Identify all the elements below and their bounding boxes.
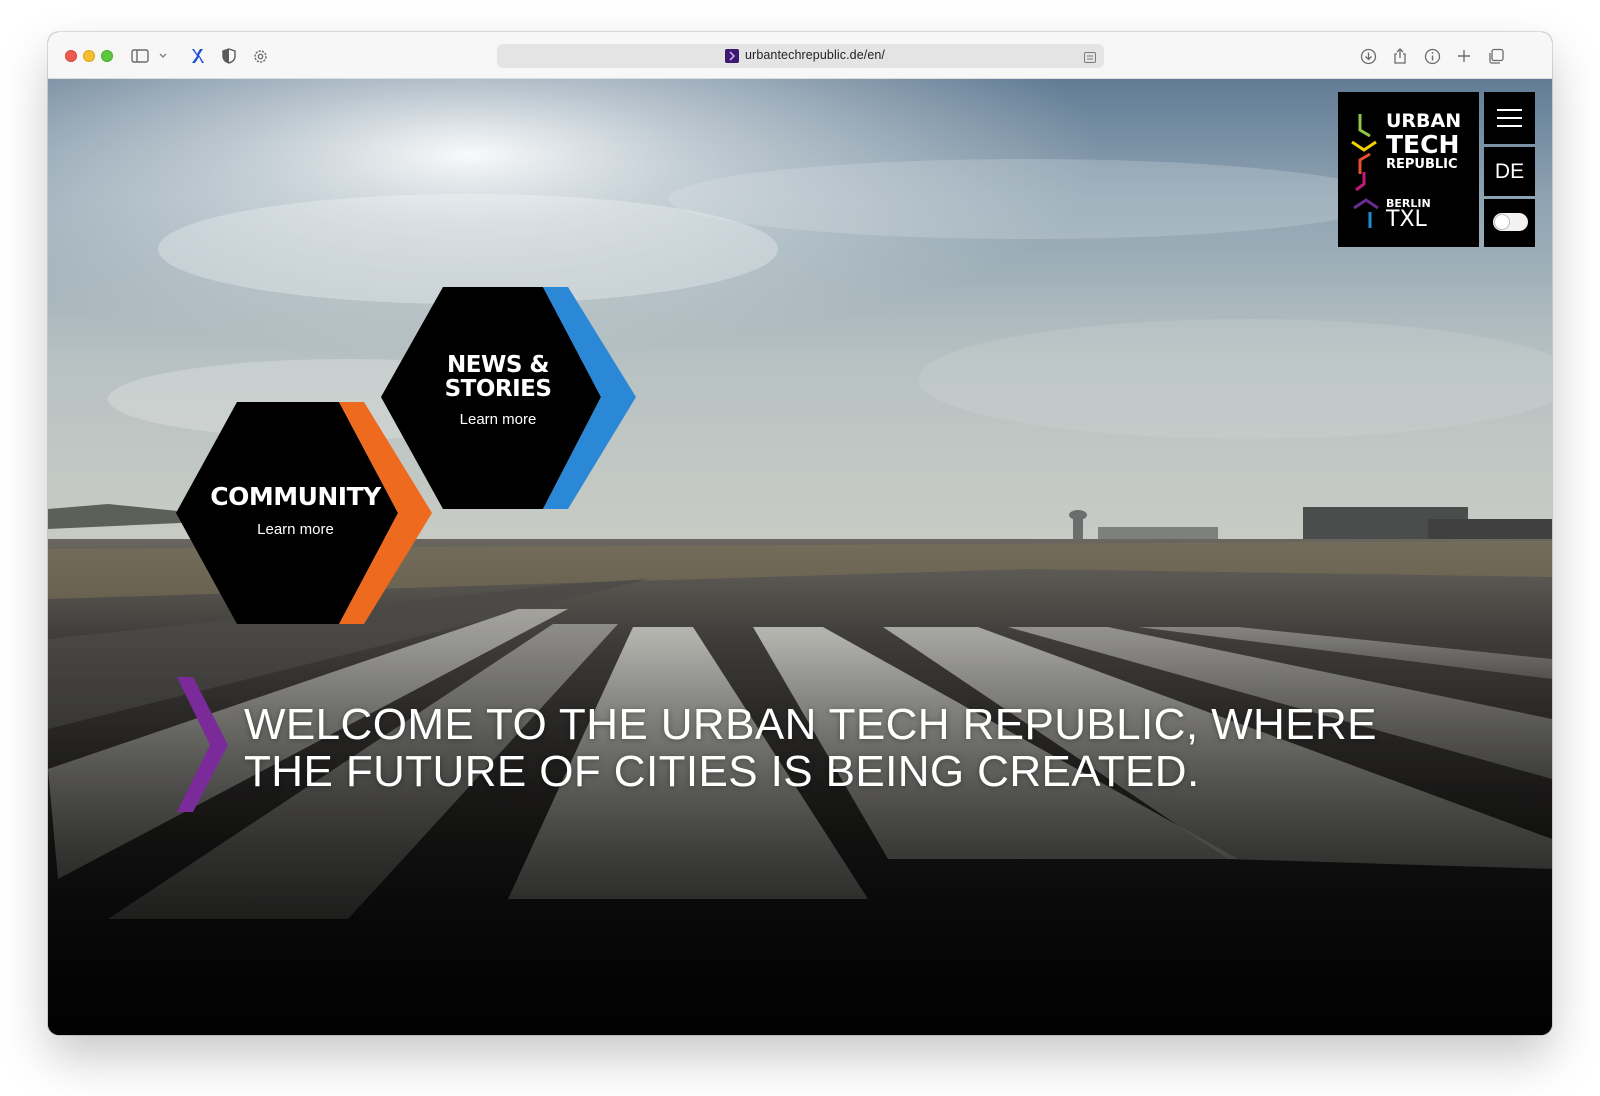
news-stories-learn-more-link[interactable]: Learn more — [408, 411, 588, 428]
hero-headline: WELCOME TO THE URBAN TECH REPUBLIC, WHER… — [244, 701, 1394, 795]
web-page: URBAN TECH REPUBLIC BERLIN TXL DE NEWS &… — [48, 79, 1552, 1035]
minimize-window-button[interactable] — [83, 50, 95, 62]
browser-window: urbantechrepublic.de/en/ URBAN TECH REPU… — [48, 32, 1552, 1035]
address-bar[interactable]: urbantechrepublic.de/en/ — [497, 44, 1104, 68]
tile-shapes — [176, 287, 636, 812]
community-label[interactable]: COMMUNITY Learn more — [198, 482, 393, 539]
tabs-icon[interactable] — [1486, 46, 1506, 66]
info-icon[interactable] — [1422, 46, 1442, 66]
browser-toolbar: urbantechrepublic.de/en/ — [48, 32, 1552, 79]
zoom-window-button[interactable] — [101, 50, 113, 62]
chevron-down-icon[interactable] — [153, 46, 173, 66]
sidebar-icon[interactable] — [130, 46, 150, 66]
hero-chevron-icon — [177, 677, 228, 812]
close-window-button[interactable] — [65, 50, 77, 62]
community-title: COMMUNITY — [210, 482, 381, 511]
news-stories-title-line1: NEWS & — [447, 352, 549, 378]
plus-icon[interactable] — [1454, 46, 1474, 66]
news-stories-label[interactable]: NEWS & STORIES Learn more — [408, 353, 588, 428]
hero-headline-line2: THE FUTURE OF CITIES IS BEING CREATED. — [244, 747, 1200, 796]
news-stories-title-line2: STORIES — [444, 376, 552, 402]
gear-icon[interactable] — [250, 46, 270, 66]
community-learn-more-link[interactable]: Learn more — [198, 521, 393, 538]
shield-icon[interactable] — [219, 46, 239, 66]
download-icon[interactable] — [1358, 46, 1378, 66]
extension-icon[interactable] — [187, 46, 207, 66]
share-icon[interactable] — [1390, 46, 1410, 66]
reader-icon[interactable] — [1084, 50, 1096, 63]
site-favicon-icon — [725, 49, 739, 63]
url-text: urbantechrepublic.de/en/ — [745, 48, 885, 62]
hero-headline-line1: WELCOME TO THE URBAN TECH REPUBLIC, WHER… — [244, 700, 1377, 749]
